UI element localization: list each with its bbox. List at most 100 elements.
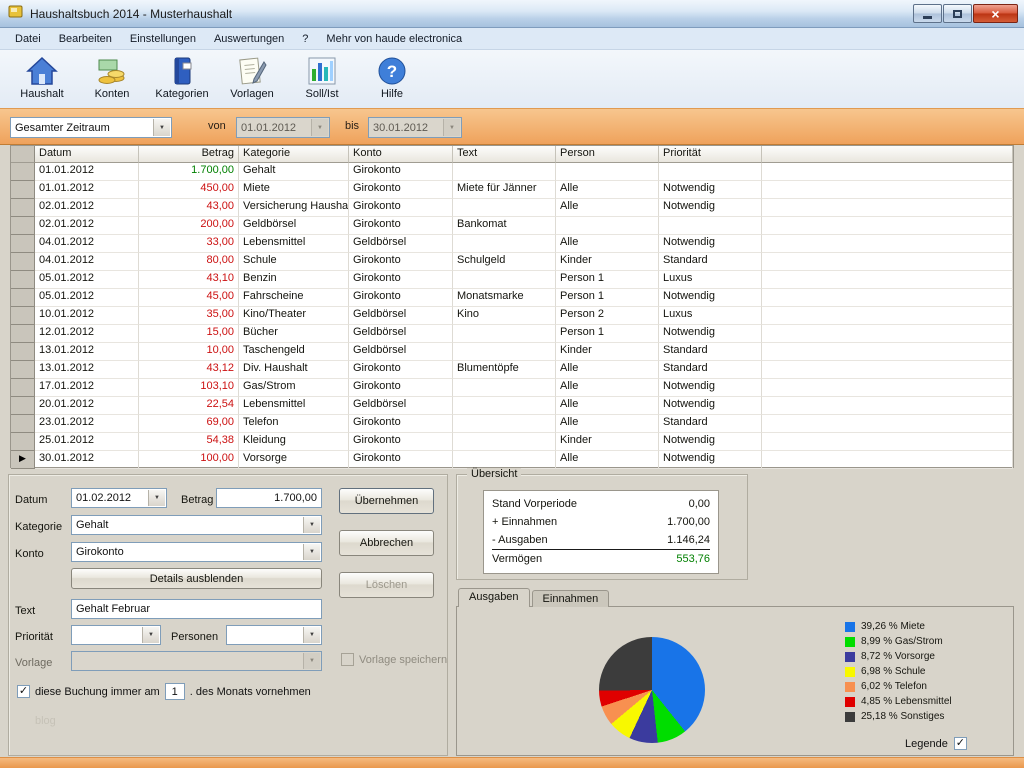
table-row[interactable]: ▶30.01.2012100,00VorsorgeGirokontoAlleNo… [11,451,1013,469]
uebernehmen-button[interactable]: Übernehmen [339,488,434,514]
chevron-down-icon[interactable]: ▼ [303,517,320,533]
table-row[interactable]: 05.01.201243,10BenzinGirokontoPerson 1Lu… [11,271,1013,289]
row-selector[interactable] [11,433,35,451]
row-selector[interactable] [11,163,35,181]
vorlage-speichern-checkbox[interactable] [341,653,354,666]
column-header-betrag[interactable]: Betrag [139,146,239,163]
table-row[interactable]: 25.01.201254,38KleidungGirokontoKinderNo… [11,433,1013,451]
menu-item-auswertungen[interactable]: Auswertungen [205,30,293,48]
chevron-down-icon: ▼ [303,653,320,669]
row-selector[interactable] [11,235,35,253]
chevron-down-icon[interactable]: ▼ [142,627,159,643]
chevron-down-icon[interactable]: ▼ [443,119,460,136]
recurring-checkbox[interactable]: ✓ [17,685,30,698]
menu-item-mehr-von-haude-electronica[interactable]: Mehr von haude electronica [317,30,471,48]
table-row[interactable]: 02.01.2012200,00GeldbörselGirokontoBanko… [11,217,1013,235]
column-header-priorität[interactable]: Priorität [659,146,762,163]
table-row[interactable]: 10.01.201235,00Kino/TheaterGeldbörselKin… [11,307,1013,325]
overview-label: Stand Vorperiode [492,498,577,510]
toolbar-button-vorlagen[interactable]: Vorlagen [220,53,284,105]
recurring-day-input[interactable] [165,683,185,700]
table-row[interactable]: 23.01.201269,00TelefonGirokontoAlleStand… [11,415,1013,433]
table-row[interactable]: 13.01.201243,12Div. HaushaltGirokontoBlu… [11,361,1013,379]
cell-datum: 02.01.2012 [35,199,139,217]
table-row[interactable]: 02.01.201243,00Versicherung HaushaGiroko… [11,199,1013,217]
date-to-picker[interactable]: 30.01.2012 ▼ [368,117,462,138]
tab-einnahmen[interactable]: Einnahmen [532,590,610,607]
row-selector[interactable] [11,379,35,397]
cell-betrag: 200,00 [139,217,239,235]
chevron-down-icon[interactable]: ▼ [303,627,320,643]
minimize-button[interactable] [913,4,942,23]
cell-kategorie: Kino/Theater [239,307,349,325]
kategorie-combo[interactable]: Gehalt ▼ [71,515,322,535]
legend-checkbox[interactable]: ✓ [954,737,967,750]
menu-item-einstellungen[interactable]: Einstellungen [121,30,205,48]
row-selector[interactable] [11,343,35,361]
konto-combo[interactable]: Girokonto ▼ [71,542,322,562]
toolbar-button-kategorien[interactable]: Kategorien [150,53,214,105]
table-row[interactable]: 04.01.201233,00LebensmittelGeldbörselAll… [11,235,1013,253]
loeschen-button[interactable]: Löschen [339,572,434,598]
vorlage-combo[interactable]: ▼ [71,651,322,671]
menu-item-bearbeiten[interactable]: Bearbeiten [50,30,121,48]
row-selector[interactable] [11,397,35,415]
title-bar[interactable]: Haushaltsbuch 2014 - Musterhaushalt × [0,0,1024,28]
cell-text [453,415,556,433]
tab-ausgaben[interactable]: Ausgaben [458,588,530,607]
cell-konto: Geldbörsel [349,397,453,415]
table-row[interactable]: 01.01.2012450,00MieteGirokontoMiete für … [11,181,1013,199]
legend-swatch [845,652,855,662]
datum-combo[interactable]: 01.02.2012 ▼ [71,488,167,508]
table-row[interactable]: 04.01.201280,00SchuleGirokontoSchulgeldK… [11,253,1013,271]
column-header-datum[interactable]: Datum [35,146,139,163]
row-selector[interactable] [11,199,35,217]
details-toggle-button[interactable]: Details ausblenden [71,568,322,589]
chevron-down-icon[interactable]: ▼ [303,544,320,560]
table-row[interactable]: 13.01.201210,00TaschengeldGeldbörselKind… [11,343,1013,361]
legend-swatch [845,637,855,647]
table-row[interactable]: 20.01.201222,54LebensmittelGeldbörselAll… [11,397,1013,415]
table-row[interactable]: 12.01.201215,00BücherGeldbörselPerson 1N… [11,325,1013,343]
toolbar-button-haushalt[interactable]: Haushalt [10,53,74,105]
row-selector[interactable] [11,271,35,289]
menu-item-help[interactable]: ? [293,30,317,48]
toolbar-button-hilfe[interactable]: ?Hilfe [360,53,424,105]
abbrechen-button[interactable]: Abbrechen [339,530,434,556]
cell-text [453,343,556,361]
date-from-picker[interactable]: 01.01.2012 ▼ [236,117,330,138]
row-selector[interactable]: ▶ [11,451,35,469]
close-button[interactable]: × [973,4,1018,23]
window-controls: × [913,4,1018,23]
row-selector[interactable] [11,361,35,379]
column-header-text[interactable]: Text [453,146,556,163]
column-header-konto[interactable]: Konto [349,146,453,163]
text-input[interactable] [71,599,322,619]
prioritaet-combo[interactable]: ▼ [71,625,161,645]
menu-item-datei[interactable]: Datei [6,30,50,48]
betrag-input[interactable] [216,488,322,508]
table-row[interactable]: 17.01.2012103,10Gas/StromGirokontoAlleNo… [11,379,1013,397]
row-selector[interactable] [11,415,35,433]
toolbar-button-konten[interactable]: Konten [80,53,144,105]
column-header-kategorie[interactable]: Kategorie [239,146,349,163]
row-selector[interactable] [11,181,35,199]
row-selector[interactable] [11,307,35,325]
chevron-down-icon[interactable]: ▼ [311,119,328,136]
chevron-down-icon[interactable]: ▼ [148,490,165,506]
row-selector[interactable] [11,253,35,271]
cell-text: Schulgeld [453,253,556,271]
table-row[interactable]: 05.01.201245,00FahrscheineGirokontoMonat… [11,289,1013,307]
row-selector[interactable] [11,325,35,343]
column-header-person[interactable]: Person [556,146,659,163]
table-row[interactable]: 01.01.20121.700,00GehaltGirokonto [11,163,1013,181]
period-select[interactable]: Gesamter Zeitraum ▼ [10,117,172,138]
toolbar-button-soll-ist[interactable]: Soll/Ist [290,53,354,105]
maximize-button[interactable] [943,4,972,23]
chevron-down-icon[interactable]: ▼ [153,119,170,136]
row-selector[interactable] [11,289,35,307]
personen-combo[interactable]: ▼ [226,625,322,645]
legend-item-telefon: 6,02 % Telefon [845,681,952,692]
row-selector[interactable] [11,217,35,235]
toolbar-button-label: Haushalt [20,88,63,100]
